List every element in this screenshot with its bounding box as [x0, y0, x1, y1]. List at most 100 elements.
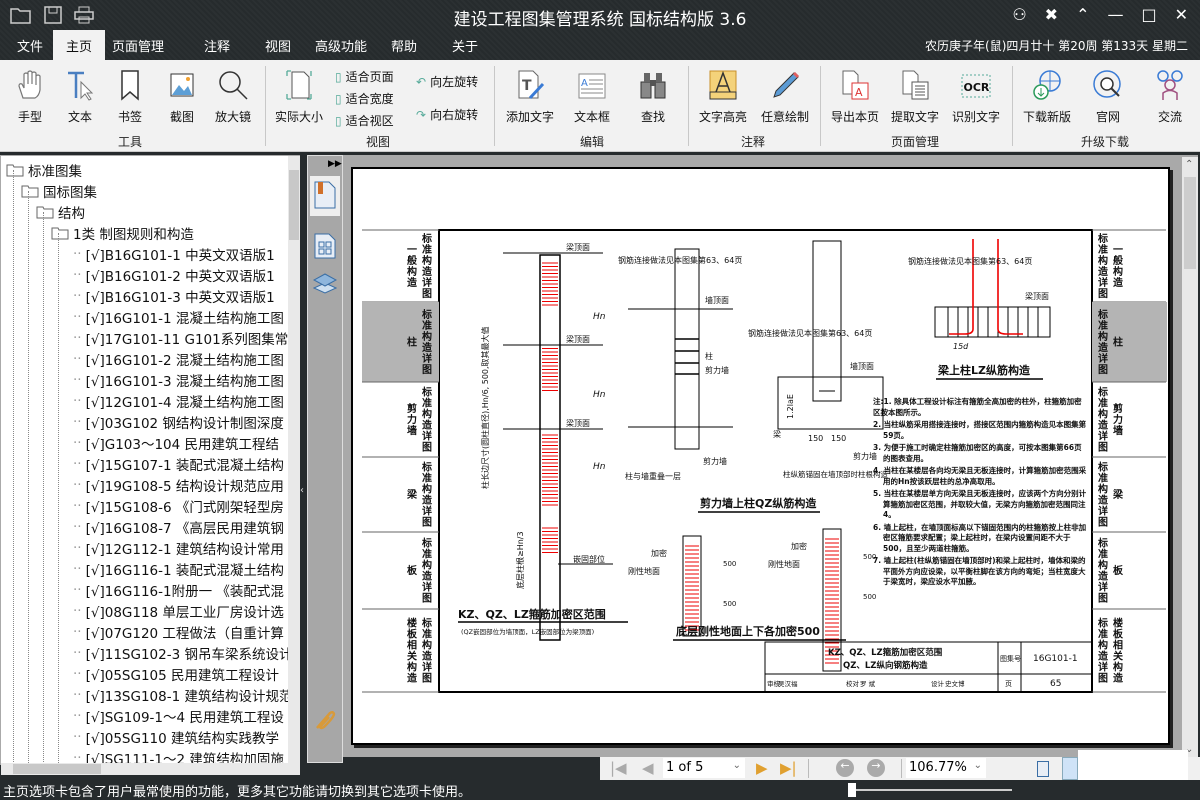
tree-item[interactable]: ·· [√]B16G101-1 中英文双语版1: [73, 244, 275, 264]
previous-page-icon[interactable]: ◀: [642, 759, 654, 777]
tree-item[interactable]: ·· [√]19G108-5 结构设计规范应用: [73, 475, 284, 495]
rotate-right-button[interactable]: ↷ 向右旋转: [416, 106, 478, 123]
menu-annotation[interactable]: 注释: [204, 36, 230, 55]
tree-item[interactable]: ·· [√]03G102 钢结构设计制图深度: [73, 412, 284, 432]
tree-item[interactable]: ·· [√]07G120 工程做法（自重计算: [73, 622, 284, 642]
next-page-icon[interactable]: ▶: [756, 759, 768, 777]
divider: [820, 66, 821, 146]
tree-item[interactable]: ·· [√]13SG108-1 建筑结构设计规范: [73, 685, 292, 705]
download-new-version-button[interactable]: 下载新版: [1019, 68, 1075, 125]
scroll-thumb[interactable]: [1184, 177, 1196, 269]
zoom-select[interactable]: 106.77% ⌄: [906, 758, 986, 778]
menu-page-management[interactable]: 页面管理: [112, 36, 164, 55]
folder-icon: [6, 164, 24, 177]
side-tab-left: 标准构造详图: [420, 460, 433, 527]
last-page-icon[interactable]: ▶|: [780, 759, 797, 777]
find-button[interactable]: 查找: [625, 68, 681, 125]
tree-item[interactable]: ·· [√]16G116-1 装配式混凝土结构: [73, 559, 284, 579]
label-dim: 150: [831, 434, 846, 443]
menu-about[interactable]: 关于: [452, 36, 478, 55]
tree-item[interactable]: ·· [√]05SG110 建筑结构实践教学: [73, 727, 279, 747]
tree-item[interactable]: ·· [√]08G118 单层工业厂房设计选: [73, 601, 284, 621]
menu-view[interactable]: 视图: [265, 36, 291, 55]
fit-view-button[interactable]: ▯ 适合视区: [335, 112, 394, 129]
fit-width-button[interactable]: ▯ 适合宽度: [335, 90, 394, 107]
tree-item[interactable]: ·· [√]16G101-1 混凝土结构施工图: [73, 307, 284, 327]
extract-text-button[interactable]: 提取文字: [887, 68, 943, 125]
first-page-icon[interactable]: |◀: [610, 759, 627, 777]
minimize-button[interactable]: —: [1107, 5, 1123, 24]
viewer-vertical-scrollbar[interactable]: ⌃ ⌄: [1182, 157, 1198, 757]
tree-item[interactable]: ·· [√]15G107-1 装配式混凝土结构: [73, 454, 284, 474]
tree-item[interactable]: ·· [√]G103～104 民用建筑工程结: [73, 433, 279, 453]
tree-horizontal-scrollbar[interactable]: [1, 763, 300, 775]
close-button[interactable]: ✕: [1175, 5, 1188, 24]
user-icon[interactable]: ⚇: [1012, 5, 1026, 24]
collapse-ribbon-icon[interactable]: ⌃: [1076, 5, 1089, 24]
tree-item[interactable]: ·· [√]15G108-6 《门式刚架轻型房: [73, 496, 284, 516]
tree-item[interactable]: ·· [√]16G101-2 混凝土结构施工图: [73, 349, 284, 369]
menu-home[interactable]: 主页: [53, 30, 105, 60]
tree-item[interactable]: ·· [√]05SG105 民用建筑工程设计: [73, 664, 279, 684]
title-block-title: KZ、QZ、LZ箍筋加密区范围: [828, 647, 942, 658]
tree-item[interactable]: ·· [√]11SG102-3 钢吊车梁系统设计: [73, 643, 292, 663]
group-label-annotation: 注释: [740, 135, 766, 149]
textbox-button[interactable]: A 文本框: [564, 68, 620, 125]
note-item: 2. 当柱纵筋采用搭接连接时，搭接区范围内箍筋构造见本图集第59页。: [873, 420, 1087, 440]
tree-item[interactable]: ·· [√]17G101-11 G101系列图集常: [73, 328, 288, 348]
back-icon[interactable]: ←: [836, 759, 854, 777]
single-page-view-icon[interactable]: [1037, 761, 1049, 777]
freehand-draw-button[interactable]: 任意绘制: [757, 68, 813, 125]
tree-guide-line: [58, 233, 59, 764]
tree-item[interactable]: ·· [√]12G101-4 混凝土结构施工图: [73, 391, 284, 411]
continuous-view-icon[interactable]: [1062, 757, 1078, 780]
zoom-slider-track[interactable]: [856, 789, 1012, 791]
tree-item-label: [√]05SG110 建筑结构实践教学: [85, 731, 279, 747]
community-button[interactable]: 交流: [1142, 68, 1198, 125]
tree-item[interactable]: ·· [√]16G108-7 《高层民用建筑钢: [73, 517, 284, 537]
official-site-button[interactable]: 官网: [1080, 68, 1136, 125]
tree-item[interactable]: ·· [√]B16G101-2 中英文双语版1: [73, 265, 275, 285]
actual-size-button[interactable]: 实际大小: [271, 68, 327, 125]
expand-panel-icon[interactable]: ▶▶: [328, 159, 342, 169]
maximize-button[interactable]: □: [1141, 5, 1156, 24]
page-number-select[interactable]: 1 of 5 ⌄: [663, 758, 745, 778]
rotate-left-button[interactable]: ↶ 向左旋转: [416, 73, 478, 90]
title-block-sign: 吴汉福: [778, 679, 798, 688]
text-tool-button[interactable]: 文本: [52, 68, 108, 125]
tree-vertical-scrollbar[interactable]: [288, 156, 300, 763]
divider: [1012, 66, 1013, 146]
tree-item[interactable]: ·· [√]16G101-3 混凝土结构施工图: [73, 370, 284, 390]
side-tab-left-name: 一般构造: [405, 244, 417, 288]
tree-item[interactable]: ·· [√]B16G101-3 中英文双语版1: [73, 286, 275, 306]
bookmarks-tab[interactable]: [310, 176, 340, 216]
scroll-up-icon[interactable]: ⌃: [1185, 159, 1193, 170]
tree-item[interactable]: ·· [√]16G116-1附册一 《装配式混: [73, 580, 284, 600]
tree-item[interactable]: ·· [√]12G112-1 建筑结构设计常用: [73, 538, 284, 558]
tree-folder[interactable]: 国标图集: [21, 181, 97, 201]
tree-item-label: [√]15G108-6 《门式刚架轻型房: [85, 500, 284, 516]
screenshot-button[interactable]: 截图: [154, 68, 210, 125]
menu-advanced[interactable]: 高级功能: [315, 36, 367, 55]
tree-item[interactable]: ·· [√]SG109-1～4 民用建筑工程设: [73, 706, 284, 726]
attachment-icon[interactable]: [314, 708, 336, 732]
pin-icon[interactable]: ✖: [1045, 5, 1058, 24]
zoom-slider-handle[interactable]: [848, 783, 856, 797]
tree-folder[interactable]: 1类 制图规则和构造: [51, 223, 194, 243]
hand-tool-button[interactable]: 手型: [2, 68, 58, 125]
fit-page-button[interactable]: ▯ 适合页面: [335, 68, 394, 85]
menu-file[interactable]: 文件: [17, 36, 43, 55]
thumbnails-icon[interactable]: [314, 233, 336, 259]
collapse-panel-handle[interactable]: ‹: [300, 485, 304, 496]
magnifier-button[interactable]: 放大镜: [205, 68, 261, 125]
bookmark-button[interactable]: 书签: [102, 68, 158, 125]
ocr-button[interactable]: OCR 识别文字: [948, 68, 1004, 125]
export-page-button[interactable]: A 导出本页: [827, 68, 883, 125]
layers-icon[interactable]: [313, 271, 337, 295]
column-outline: [539, 254, 561, 641]
add-text-button[interactable]: T 添加文字: [502, 68, 558, 125]
tree-folder[interactable]: 标准图集: [6, 160, 82, 180]
text-highlight-button[interactable]: 文字高亮: [695, 68, 751, 125]
forward-icon[interactable]: →: [867, 759, 885, 777]
menu-help[interactable]: 帮助: [391, 36, 417, 55]
